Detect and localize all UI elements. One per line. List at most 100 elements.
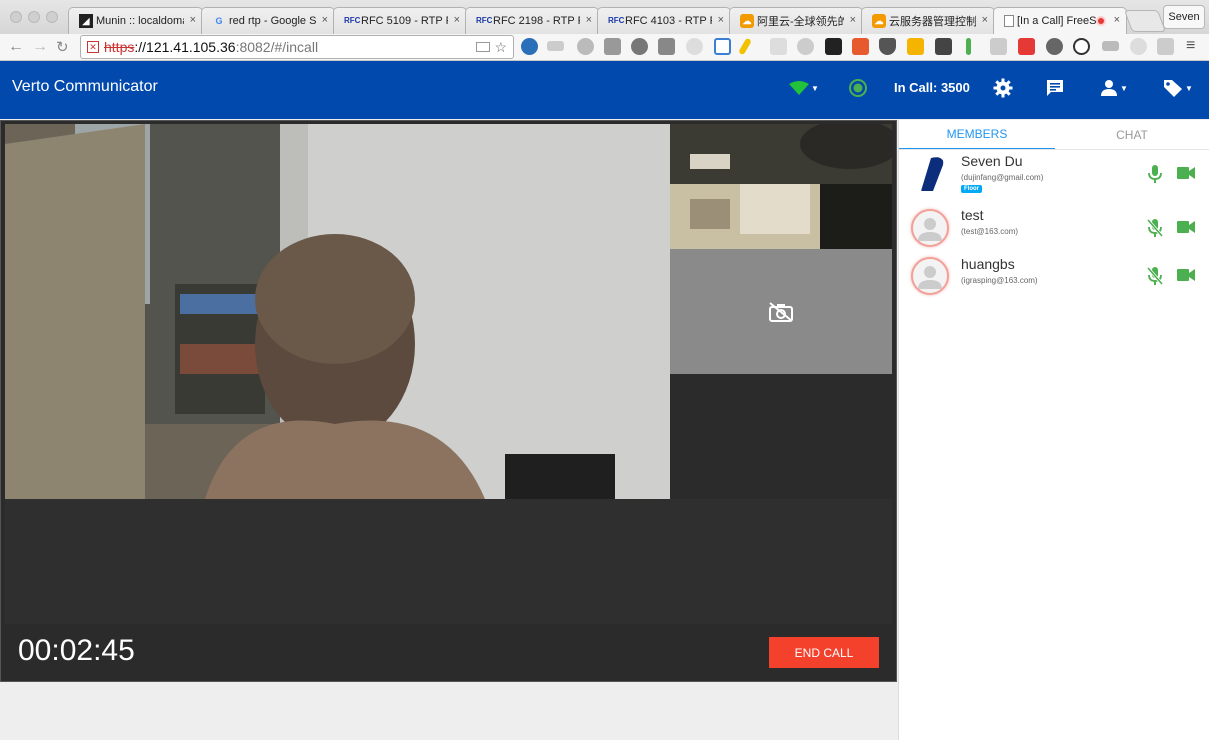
close-tab-icon[interactable]: × (850, 14, 856, 26)
participant-video-off-thumb[interactable] (670, 249, 892, 374)
extension-icon[interactable] (1102, 41, 1119, 51)
d-extension-icon[interactable] (1157, 38, 1174, 55)
rfc-favicon-icon: RFC (344, 16, 361, 25)
chevron-down-icon: ▼ (1185, 83, 1193, 93)
close-tab-icon[interactable]: × (1114, 14, 1120, 26)
member-mic-toggle[interactable] (1146, 219, 1164, 240)
s-extension-icon[interactable] (825, 38, 842, 55)
chat-toggle-button[interactable] (1043, 76, 1067, 100)
extension-icon[interactable] (907, 38, 924, 55)
call-timer: 00:02:45 (18, 634, 135, 667)
globe-extension-icon[interactable] (521, 38, 538, 55)
insecure-lock-icon: ✕ (87, 41, 99, 53)
default-avatar-icon (918, 266, 942, 289)
qr-code-extension-icon[interactable] (935, 38, 952, 55)
window-minimize-light[interactable] (28, 11, 40, 23)
video-camera-icon (1177, 221, 1195, 233)
close-tab-icon[interactable]: × (586, 14, 592, 26)
tab-title: [In a Call] FreeS (1017, 15, 1097, 27)
close-tab-icon[interactable]: × (190, 14, 196, 26)
tab-title: 云服务器管理控制台 (889, 16, 976, 28)
tab-divider (899, 149, 1209, 150)
browser-tab-munin[interactable]: ◢ Munin :: localdoma × (68, 7, 203, 34)
tab-title: red rtp - Google Se (229, 15, 316, 27)
camera-off-icon (769, 301, 793, 322)
tag-menu-button[interactable]: ▼ (1159, 76, 1197, 100)
user-menu-button[interactable]: ▼ (1096, 76, 1132, 100)
network-quality-button[interactable]: ▼ (786, 76, 822, 100)
extension-icon[interactable] (1046, 38, 1063, 55)
extension-icon[interactable] (770, 38, 787, 55)
end-call-button[interactable]: END CALL (769, 637, 879, 668)
forward-arrow-icon[interactable]: → (32, 38, 48, 56)
tag-icon (1164, 80, 1183, 97)
profile-button[interactable]: Seven (1163, 5, 1205, 29)
member-video-toggle[interactable] (1177, 269, 1195, 284)
extension-icon[interactable] (1018, 38, 1035, 55)
record-circle-icon (849, 79, 867, 97)
participant-video-thumb[interactable] (670, 124, 892, 249)
tab-title: RFC 2198 - RTP Pa (493, 15, 580, 27)
window-close-light[interactable] (10, 11, 22, 23)
url-host: ://121.41.105.36 (134, 39, 236, 55)
member-email: (igrasping@163.com) (961, 276, 1038, 285)
call-status-indicator[interactable] (846, 76, 870, 100)
member-mic-toggle[interactable] (1146, 267, 1164, 288)
puzzle-extension-icon[interactable] (658, 38, 675, 55)
browser-tab-aliyun[interactable]: ☁ 阿里云-全球领先的云 × (729, 7, 863, 34)
window-zoom-light[interactable] (46, 11, 58, 23)
avatar (911, 209, 949, 247)
microphone-icon (1148, 165, 1162, 183)
browser-tab-rfc5109[interactable]: RFC RFC 5109 - RTP Pa × (333, 7, 467, 34)
close-tab-icon[interactable]: × (322, 14, 328, 26)
document-favicon-icon (1004, 15, 1014, 27)
browser-tab-aliyun-console[interactable]: ☁ 云服务器管理控制台 × (861, 7, 995, 34)
tab-chat[interactable]: CHAT (1055, 120, 1209, 150)
empty-video-area (5, 499, 892, 624)
close-tab-icon[interactable]: × (718, 14, 724, 26)
menu-hamburger-icon[interactable]: ≡ (1186, 37, 1195, 55)
person-icon (1101, 80, 1118, 96)
url-scheme: https (104, 39, 135, 55)
rfc-favicon-icon: RFC (608, 16, 625, 25)
info-extension-icon[interactable] (1073, 38, 1090, 55)
address-bar[interactable]: ✕ https://121.41.105.36:8082/#/incall ☆ (80, 35, 514, 59)
rfc-favicon-icon: RFC (476, 16, 493, 25)
extension-icon[interactable] (990, 38, 1007, 55)
screenshot-extension-icon[interactable] (714, 38, 731, 55)
browser-tab-rfc2198[interactable]: RFC RFC 2198 - RTP Pa × (465, 7, 599, 34)
extension-icon[interactable] (966, 38, 971, 55)
extension-icon[interactable] (1130, 38, 1147, 55)
settings-button[interactable] (991, 76, 1015, 100)
browser-tab-incall[interactable]: [In a Call] FreeS × (993, 7, 1127, 34)
member-avatar-logo-icon (921, 157, 944, 191)
extension-icon[interactable] (797, 38, 814, 55)
extension-icon[interactable] (686, 38, 703, 55)
tab-title: 阿里云-全球领先的云 (757, 16, 844, 28)
member-email: (test@163.com) (961, 227, 1019, 236)
app-title: Verto Communicator (12, 78, 158, 95)
main-video-feed[interactable] (5, 124, 670, 499)
tab-members[interactable]: MEMBERS (899, 120, 1055, 150)
back-arrow-icon[interactable]: ← (8, 38, 24, 56)
avatar (911, 155, 949, 193)
camera-indicator-icon[interactable] (476, 42, 491, 52)
close-tab-icon[interactable]: × (982, 14, 988, 26)
extension-icon[interactable] (577, 38, 594, 55)
extension-icon[interactable] (604, 38, 621, 55)
extension-icon[interactable] (547, 41, 564, 51)
browser-tab-rfc4103[interactable]: RFC RFC 4103 - RTP Pa × (597, 7, 731, 34)
member-video-toggle[interactable] (1177, 167, 1195, 182)
close-tab-icon[interactable]: × (454, 14, 460, 26)
bookmark-star-icon[interactable]: ☆ (494, 39, 507, 56)
member-mic-toggle[interactable] (1147, 165, 1163, 186)
pocket-extension-icon[interactable] (879, 38, 896, 55)
member-name: test (961, 207, 984, 223)
extension-icon[interactable] (852, 38, 869, 55)
extension-icon[interactable] (631, 38, 648, 55)
browser-tab-google[interactable]: G red rtp - Google Se × (201, 7, 335, 34)
member-video-toggle[interactable] (1177, 221, 1195, 236)
reload-icon[interactable]: ↻ (56, 38, 69, 56)
default-avatar-icon (918, 218, 942, 241)
microphone-muted-icon (1146, 267, 1164, 285)
